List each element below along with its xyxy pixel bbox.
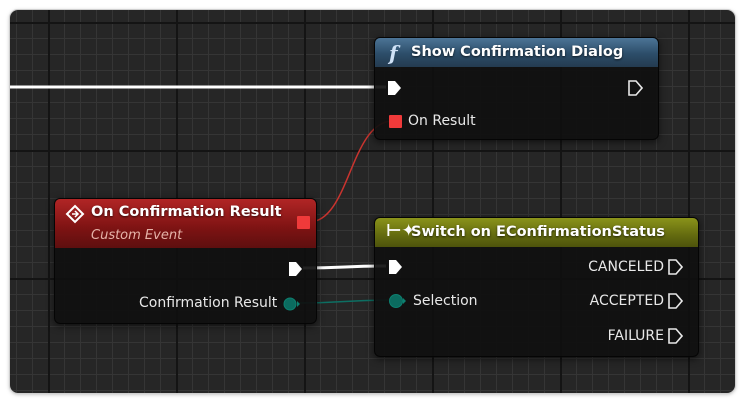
enum-output-pin[interactable] [283,297,301,311]
exec-input-pin[interactable] [386,80,402,96]
node-title: On Confirmation Result [91,204,282,220]
selection-input-pin[interactable] [388,294,408,308]
delegate-pin[interactable] [389,115,402,128]
param-label: Confirmation Result [139,295,278,311]
delegate-output-pin[interactable] [297,216,310,229]
show-confirmation-dialog-node[interactable]: f Show Confirmation Dialog On Result [374,37,659,140]
function-f-icon: f [389,41,398,65]
failure-exec-pin[interactable] [667,328,683,344]
exec-output-pin[interactable] [287,261,303,277]
selection-label: Selection [413,293,478,309]
exec-output-pin[interactable] [627,80,643,96]
accepted-label: ACCEPTED [589,293,664,309]
exec-input-pin[interactable] [387,259,403,275]
switch-enum-node[interactable]: ⊢✦ Switch on EConfirmationStatus Selecti… [374,217,699,357]
canceled-label: CANCELED [588,259,664,275]
accepted-exec-pin[interactable] [667,293,683,309]
node-title: Show Confirmation Dialog [411,44,624,60]
failure-label: FAILURE [607,328,664,344]
on-result-label: On Result [408,113,476,129]
node-subtitle: Custom Event [91,228,183,243]
custom-event-node[interactable]: On Confirmation Result Custom Event Conf… [54,198,317,324]
canceled-exec-pin[interactable] [667,259,683,275]
event-diamond-icon [65,204,85,224]
node-title: Switch on EConfirmationStatus [411,224,665,240]
